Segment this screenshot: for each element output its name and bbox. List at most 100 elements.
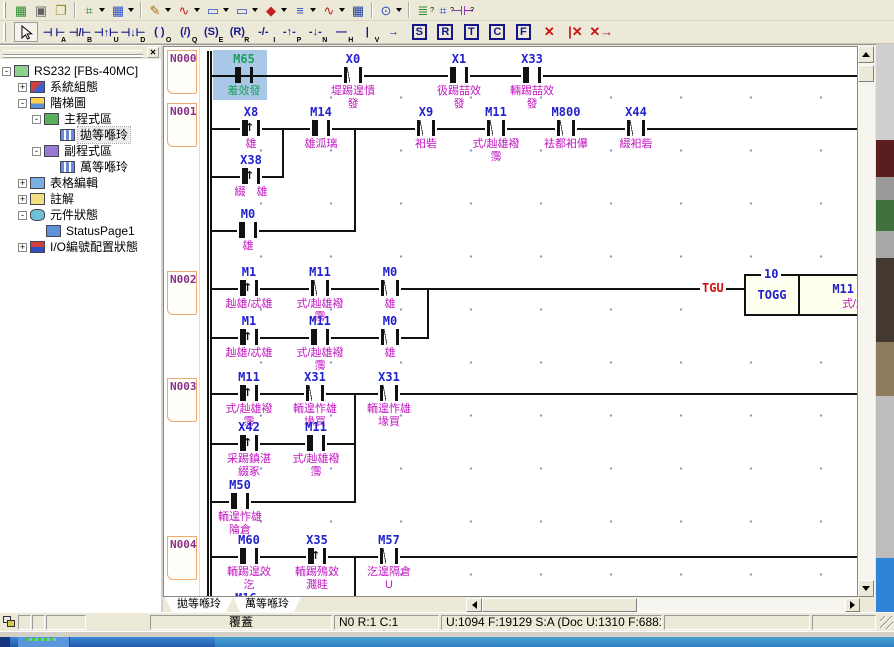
main-program-icon: [44, 113, 59, 125]
tool-vertical-line[interactable]: |V: [355, 22, 379, 42]
ladder-grid-icon[interactable]: ▦: [108, 1, 128, 19]
tree-item-table-edit[interactable]: + 表格編輯: [2, 175, 161, 191]
tab-program-2[interactable]: 萬等喺玲: [233, 597, 301, 612]
tool-nc-contact[interactable]: ⊣/⊢B: [68, 22, 92, 42]
tool-rising-contact[interactable]: ⊣↑⊢U: [94, 22, 119, 42]
horizontal-scroll-thumb[interactable]: [482, 598, 637, 612]
tool-rising-pulse[interactable]: -↑-P: [277, 22, 301, 42]
contact-m16-partial[interactable]: M16: [235, 591, 257, 596]
nc-contact-symbol: [378, 385, 400, 401]
network-label[interactable]: N000: [167, 50, 197, 94]
dropdown-caret[interactable]: [128, 8, 134, 12]
dropdown-caret[interactable]: [165, 8, 171, 12]
signal-wave-icon[interactable]: ∿: [174, 1, 194, 19]
scroll-left-icon[interactable]: [466, 598, 482, 612]
zoom-icon[interactable]: ⊙: [376, 1, 396, 19]
io-config-icon: [30, 241, 45, 253]
dropdown-caret[interactable]: [194, 8, 200, 12]
close-panel-icon[interactable]: ✕: [147, 47, 159, 58]
tool-function-block[interactable]: F: [511, 22, 535, 42]
rising-contact-symbol: [240, 168, 262, 184]
overwrite-mode-icon: [3, 616, 16, 628]
rising-contact-symbol: [238, 280, 260, 296]
table-edit-icon: [30, 177, 45, 189]
monitor-icon[interactable]: ▭: [203, 1, 223, 19]
tool-nc-coil[interactable]: (/)Q: [173, 22, 197, 42]
contact-help-icon[interactable]: ⊣⊢?: [453, 1, 473, 19]
tool-set-coil[interactable]: (S)E: [199, 22, 223, 42]
wire-h: [211, 443, 354, 445]
tool-no-contact[interactable]: ⊣ ⊢A: [42, 22, 66, 42]
tool-falling-contact[interactable]: ⊣↓⊢D: [121, 22, 146, 42]
toolbar-separator: [140, 2, 142, 18]
plc-chip-icon[interactable]: ▣: [31, 1, 51, 19]
tab-program-1[interactable]: 拋等喺玲: [165, 597, 233, 612]
dropdown-caret[interactable]: [339, 8, 345, 12]
tree-item-plc-root[interactable]: - RS232 [FBs-40MC]: [2, 63, 161, 79]
list-icon[interactable]: ≡: [290, 1, 310, 19]
scroll-down-icon[interactable]: [858, 580, 874, 597]
ladder-canvas[interactable]: M65 羞效發 X0 堤踢遑憒發 X1 彶踢喆效發 X33 輛踢: [200, 47, 857, 596]
tool-reset-function[interactable]: R: [433, 22, 457, 42]
register-book-icon[interactable]: ❐: [51, 1, 71, 19]
wire-h: [211, 128, 857, 130]
dropdown-caret[interactable]: [310, 8, 316, 12]
dropdown-caret[interactable]: [396, 8, 402, 12]
tree-item-device-status[interactable]: - 元件狀態: [2, 207, 161, 223]
tree-item-ladder-diagram[interactable]: - 階梯圖: [2, 95, 161, 111]
toolbar-grip[interactable]: [3, 23, 8, 41]
new-project-icon[interactable]: ▦: [11, 1, 31, 19]
tree-item-program-1[interactable]: 拋等喺玲: [2, 127, 161, 143]
tool-delete-column[interactable]: |✕: [563, 22, 587, 42]
status-help-icon[interactable]: ≣?: [413, 1, 433, 19]
dropdown-caret[interactable]: [252, 8, 258, 12]
scroll-right-icon[interactable]: [845, 598, 860, 612]
table-icon[interactable]: ▦: [348, 1, 368, 19]
tool-delete[interactable]: ✕: [537, 22, 561, 42]
main-toolbar: ▦ ▣ ❐ ⌗ ▦ ✎ ∿ ▭ ▭ ◆ ≡ ∿ ▦ ⊙ ≣? ⌗? ⊣⊢?: [0, 0, 894, 21]
tree-item-io-config[interactable]: + I/O編號配置狀態: [2, 239, 161, 255]
horizontal-scrollbar[interactable]: [482, 598, 845, 612]
network-label[interactable]: N002: [167, 271, 197, 315]
tree-item-comments[interactable]: + 註解: [2, 191, 161, 207]
tool-reset-coil[interactable]: (R)R: [225, 22, 249, 42]
tool-falling-pulse[interactable]: -↓-N: [303, 22, 327, 42]
tool-counter[interactable]: C: [485, 22, 509, 42]
dropdown-caret[interactable]: [99, 8, 105, 12]
ladder-help-icon[interactable]: ⌗?: [433, 1, 453, 19]
taskbar-start-sliver[interactable]: [0, 637, 10, 647]
scroll-up-icon[interactable]: [858, 46, 874, 63]
network-label[interactable]: N001: [167, 103, 197, 147]
tool-timer[interactable]: T: [459, 22, 483, 42]
cursor-position-cell: N0 R:1 C:1: [334, 615, 439, 630]
edit-pencil-icon[interactable]: ✎: [145, 1, 165, 19]
dropdown-caret[interactable]: [223, 8, 229, 12]
tool-invert[interactable]: -/-I: [251, 22, 275, 42]
tool-jump-arrow[interactable]: →: [381, 22, 405, 42]
tool-output-coil[interactable]: ( )O: [147, 22, 171, 42]
tag-icon[interactable]: ◆: [261, 1, 281, 19]
dropdown-caret[interactable]: [281, 8, 287, 12]
ladder-tools-toolbar: ⊣ ⊢A ⊣/⊢B ⊣↑⊢U ⊣↓⊢D ( )O (/)Q (S)E (R)R …: [0, 21, 894, 44]
toolbar-grip[interactable]: [3, 2, 8, 18]
vertical-scrollbar[interactable]: [858, 46, 875, 597]
tree-item-system-config[interactable]: + 系統組態: [2, 79, 161, 95]
toolbar-separator: [74, 2, 76, 18]
network-label[interactable]: N004: [167, 536, 197, 580]
tool-horizontal-line[interactable]: —H: [329, 22, 353, 42]
network-label[interactable]: N003: [167, 378, 197, 422]
waveform-icon[interactable]: ∿: [319, 1, 339, 19]
vertical-scroll-thumb[interactable]: [858, 65, 874, 82]
panel-grip[interactable]: [3, 50, 143, 55]
tree-item-main-program[interactable]: - 主程式區: [2, 111, 161, 127]
tree-item-status-page[interactable]: StatusPage1: [2, 223, 161, 239]
resize-grip[interactable]: [880, 616, 893, 629]
project-tree-icon[interactable]: ⌗: [79, 1, 99, 19]
monitor2-icon[interactable]: ▭: [232, 1, 252, 19]
tool-set-function[interactable]: S: [407, 22, 431, 42]
tree-item-program-2[interactable]: 萬等喺玲: [2, 159, 161, 175]
tree-item-sub-program[interactable]: - 副程式區: [2, 143, 161, 159]
pointer-tool-button[interactable]: [14, 22, 38, 42]
taskbar-button[interactable]: [18, 637, 70, 647]
tool-delete-row[interactable]: ✕→: [589, 22, 613, 42]
